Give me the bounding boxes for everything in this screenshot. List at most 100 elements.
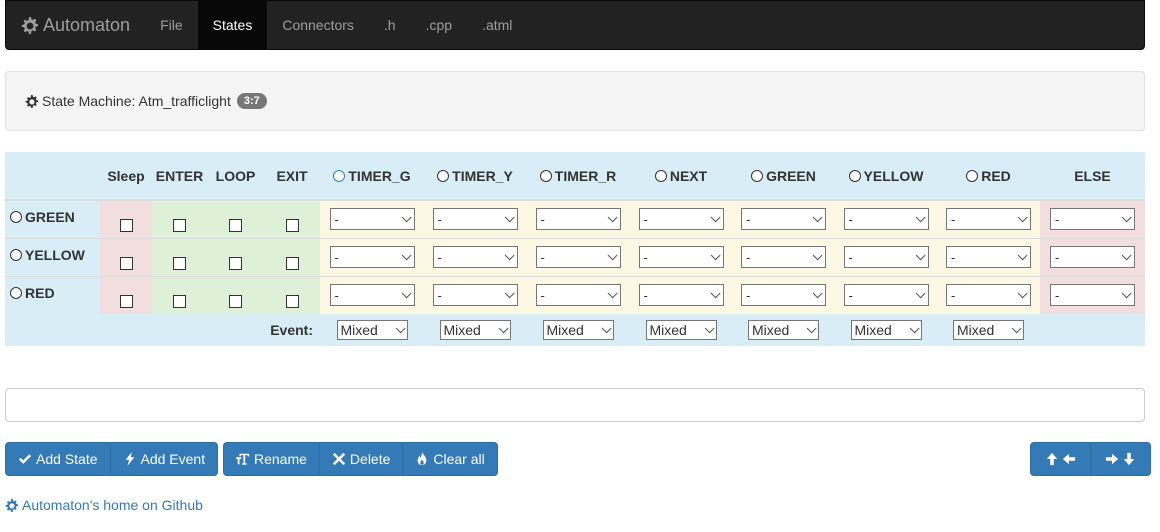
event-label: GREEN — [766, 167, 816, 184]
event-type-select[interactable]: Mixed — [439, 320, 511, 340]
transition-select[interactable]: - — [843, 208, 929, 231]
event-radio[interactable] — [966, 169, 979, 182]
exit-checkbox[interactable] — [285, 295, 299, 308]
transition-select[interactable]: - — [741, 284, 826, 307]
layout-up-left-button[interactable] — [1030, 442, 1091, 476]
transition-select[interactable]: - — [432, 246, 518, 268]
event-radio[interactable] — [333, 169, 346, 182]
add-state-button[interactable]: Add State — [5, 442, 111, 476]
sleep-checkbox[interactable] — [119, 295, 133, 308]
select-value: - — [848, 211, 853, 227]
state-name-cell[interactable]: GREEN — [5, 199, 100, 238]
enter-checkbox[interactable] — [173, 218, 186, 232]
else-select[interactable]: - — [1050, 208, 1135, 231]
loop-checkbox[interactable] — [229, 218, 242, 232]
event-radio[interactable] — [848, 169, 861, 182]
clear-all-button[interactable]: Clear all — [402, 442, 498, 476]
chevron-down-icon — [607, 288, 618, 299]
enter-checkbox[interactable] — [173, 295, 186, 308]
transition-select[interactable]: - — [843, 246, 929, 268]
header-event[interactable]: TIMER_G — [320, 152, 424, 201]
transition-select[interactable]: - — [946, 284, 1031, 307]
event-type-cell: Mixed — [835, 314, 937, 346]
transition-select[interactable]: - — [432, 284, 518, 307]
state-name-cell[interactable]: RED — [5, 275, 100, 314]
nav-h[interactable]: .h — [369, 1, 411, 49]
select-value: - — [848, 287, 853, 303]
transition-select[interactable]: - — [638, 208, 724, 231]
header-event[interactable]: TIMER_R — [526, 152, 630, 201]
sleep-checkbox[interactable] — [119, 218, 133, 232]
command-input[interactable] — [5, 388, 1145, 422]
transition-select[interactable]: - — [638, 284, 724, 307]
nav-states[interactable]: States — [197, 1, 268, 49]
chevron-down-icon — [915, 212, 926, 223]
chevron-down-icon — [401, 249, 412, 260]
layout-right-down-button[interactable] — [1090, 442, 1151, 476]
event-radio[interactable] — [539, 169, 552, 182]
header-event[interactable]: GREEN — [732, 152, 835, 201]
github-link[interactable]: Automaton's home on Github — [5, 497, 203, 513]
event-radio[interactable] — [654, 169, 667, 182]
select-value: - — [951, 211, 956, 227]
transition-select[interactable]: - — [535, 284, 621, 307]
select-value: - — [848, 249, 853, 265]
add-event-button[interactable]: Add Event — [109, 442, 219, 476]
event-type-select[interactable]: Mixed — [748, 320, 819, 340]
rename-button[interactable]: Rename — [223, 442, 320, 476]
state-name-cell[interactable]: YELLOW — [5, 237, 100, 276]
state-radio[interactable] — [10, 211, 22, 223]
state-radio[interactable] — [10, 248, 22, 261]
loop-cell — [207, 199, 264, 238]
event-type-label: Event: — [5, 314, 320, 346]
nav-file[interactable]: File — [145, 1, 198, 49]
state-radio[interactable] — [10, 286, 22, 299]
exit-checkbox[interactable] — [285, 218, 299, 232]
select-value: Mixed — [957, 322, 995, 338]
transition-select[interactable]: - — [432, 208, 518, 231]
state-name: GREEN — [25, 209, 75, 225]
transition-cell: - — [630, 275, 732, 314]
select-value: - — [643, 287, 648, 303]
event-radio[interactable] — [437, 169, 450, 182]
transition-select[interactable]: - — [843, 284, 929, 307]
transition-select[interactable]: - — [329, 246, 415, 268]
select-value: - — [951, 249, 956, 265]
loop-checkbox[interactable] — [229, 295, 242, 308]
chevron-down-icon — [401, 212, 412, 223]
transition-select[interactable]: - — [741, 246, 826, 268]
transition-select[interactable]: - — [946, 208, 1031, 231]
else-select[interactable]: - — [1050, 284, 1135, 307]
nav-connectors[interactable]: Connectors — [267, 1, 369, 49]
nav-cpp[interactable]: .cpp — [411, 1, 467, 49]
header-event[interactable]: YELLOW — [835, 152, 937, 201]
loop-cell — [207, 275, 264, 314]
select-value: Mixed — [854, 322, 892, 338]
else-select[interactable]: - — [1050, 246, 1135, 268]
transition-select[interactable]: - — [329, 284, 415, 307]
transition-select[interactable]: - — [329, 208, 415, 231]
event-type-select[interactable]: Mixed — [850, 320, 922, 340]
brand[interactable]: Automaton — [6, 1, 145, 49]
enter-checkbox[interactable] — [173, 256, 186, 270]
event-type-select[interactable]: Mixed — [542, 320, 614, 340]
exit-checkbox[interactable] — [285, 256, 299, 270]
sleep-checkbox[interactable] — [119, 256, 133, 270]
transition-select[interactable]: - — [946, 246, 1031, 268]
header-event[interactable]: TIMER_Y — [424, 152, 526, 201]
event-type-select[interactable]: Mixed — [953, 320, 1024, 340]
event-type-select[interactable]: Mixed — [336, 320, 408, 340]
delete-button[interactable]: Delete — [318, 442, 404, 476]
header-event[interactable]: NEXT — [630, 152, 732, 201]
transition-select[interactable]: - — [535, 246, 621, 268]
loop-checkbox[interactable] — [229, 256, 242, 270]
transition-select[interactable]: - — [535, 208, 621, 231]
event-type-cell: Mixed — [526, 314, 630, 346]
transition-select[interactable]: - — [741, 208, 826, 231]
text-height-icon — [236, 453, 250, 465]
event-radio[interactable] — [751, 169, 764, 182]
header-event[interactable]: RED — [937, 152, 1040, 201]
transition-select[interactable]: - — [638, 246, 724, 268]
nav-atml[interactable]: .atml — [467, 1, 527, 49]
event-type-select[interactable]: Mixed — [645, 320, 717, 340]
